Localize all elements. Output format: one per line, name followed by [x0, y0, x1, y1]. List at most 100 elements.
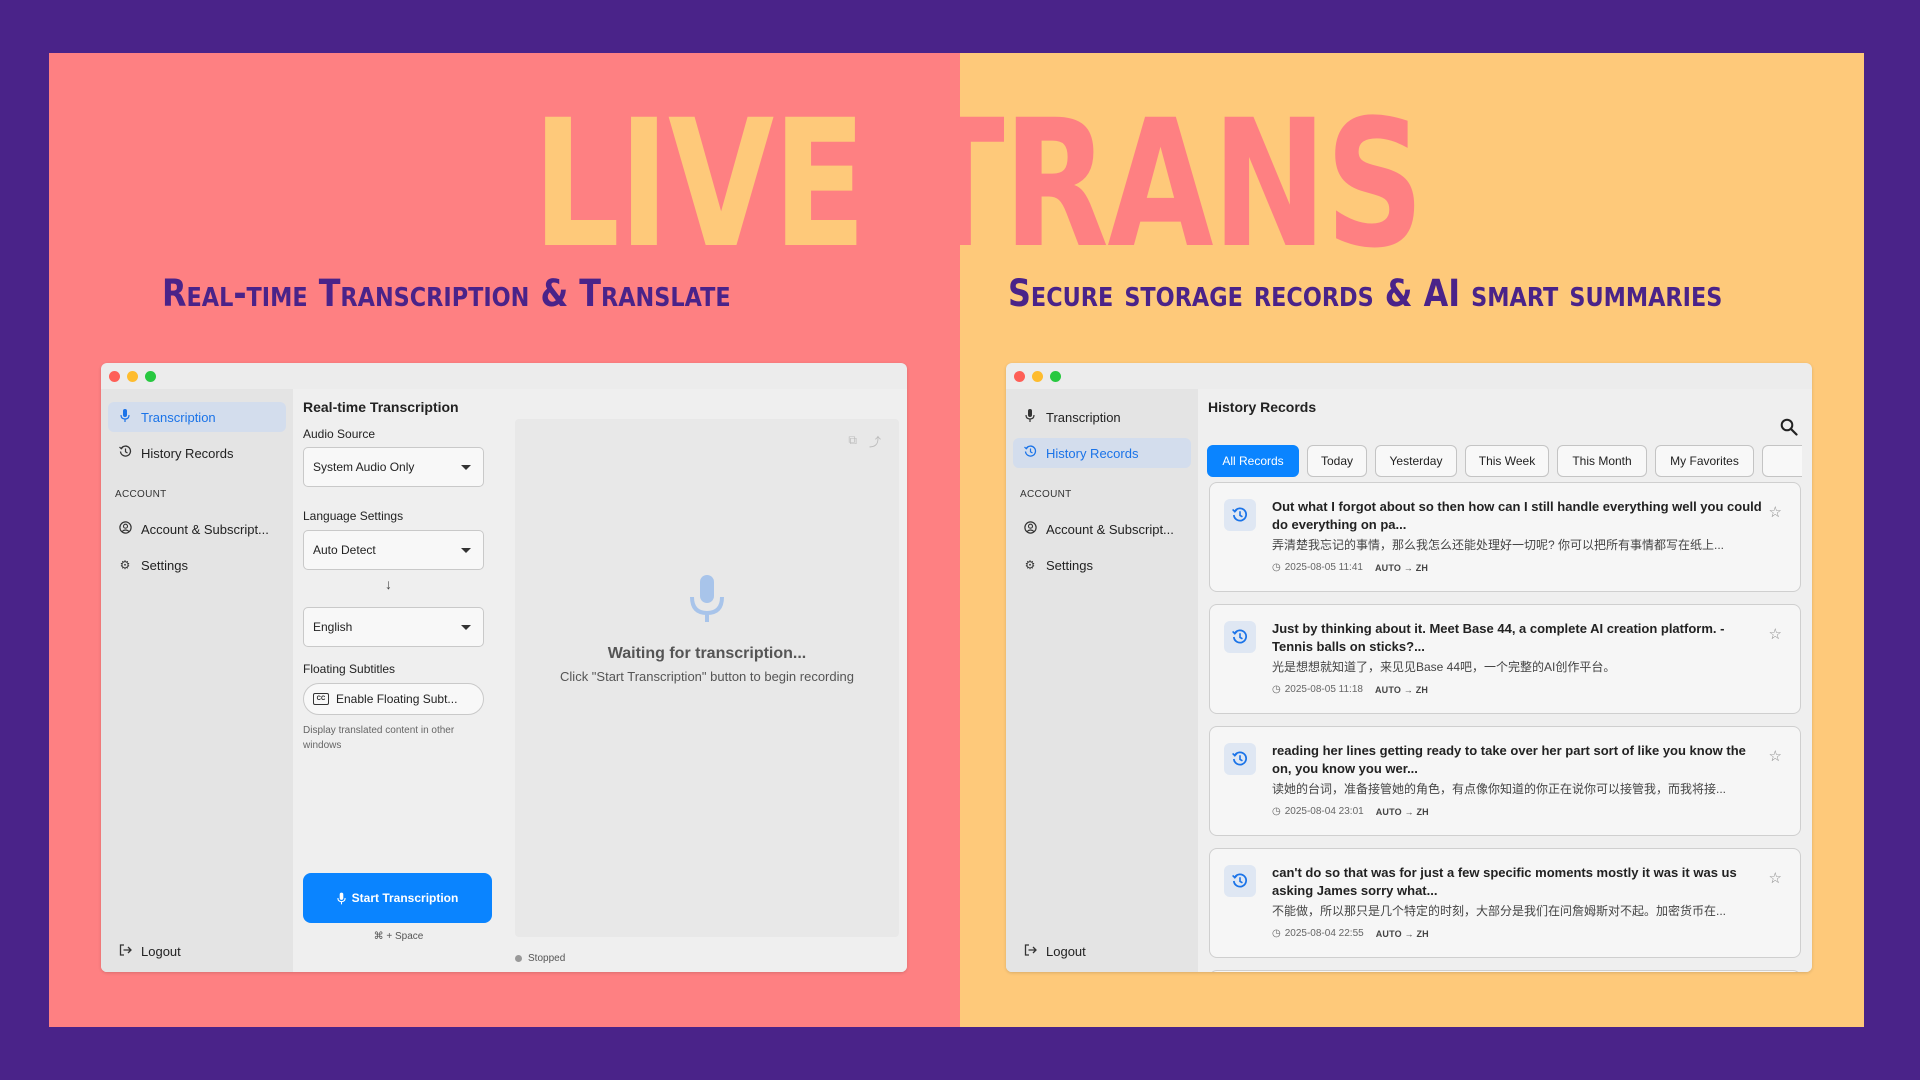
- gear-icon: ⚙: [119, 558, 131, 572]
- filter-this-week[interactable]: This Week: [1465, 445, 1549, 477]
- share-icon[interactable]: ⤴: [869, 433, 881, 450]
- record-translation: 读她的台词，准备接管她的角色，有点像你知道的你正在说你可以接管我，而我将接...: [1272, 782, 1727, 796]
- copy-icon[interactable]: ⧉: [848, 433, 857, 448]
- user-circle-icon: [118, 521, 132, 537]
- waiting-subtitle: Click "Start Transcription" button to be…: [560, 669, 854, 684]
- record-card[interactable]: reading her lines getting ready to take …: [1209, 726, 1801, 836]
- search-icon[interactable]: [1780, 418, 1798, 436]
- hero-title-part2: TRANS: [911, 82, 1424, 287]
- close-window-button[interactable]: [109, 371, 120, 382]
- status-text: Stopped: [528, 953, 566, 964]
- target-language-value: English: [313, 620, 353, 634]
- logout-label: Logout: [141, 943, 181, 959]
- title-bar: [1006, 363, 1812, 389]
- controls-column: Audio Source System Audio Only Language …: [293, 419, 499, 972]
- audio-source-select[interactable]: System Audio Only: [303, 447, 484, 487]
- floating-subtitles-hint: Display translated content in other wind…: [303, 725, 455, 751]
- status-indicator: Stopped: [515, 953, 565, 964]
- sidebar-item-history[interactable]: History Records: [1013, 438, 1191, 468]
- favorite-star-icon[interactable]: ☆: [1769, 869, 1782, 887]
- record-title: Just by thinking about it. Meet Base 44,…: [1272, 621, 1725, 654]
- language-settings-label: Language Settings: [303, 509, 404, 523]
- sidebar-item-label: History Records: [141, 445, 234, 461]
- page-title: History Records: [1208, 399, 1317, 415]
- favorite-star-icon[interactable]: ☆: [1769, 747, 1782, 765]
- record-language-badge: AUTO → ZH: [1374, 684, 1429, 695]
- sidebar-item-label: Settings: [141, 557, 188, 573]
- history-icon: [1224, 621, 1256, 653]
- sidebar: Transcription History Records ACCOUNT Ac…: [1006, 389, 1198, 972]
- microphone-icon: [1023, 409, 1037, 425]
- history-icon: [1224, 865, 1256, 897]
- logout-button[interactable]: Logout: [108, 936, 286, 966]
- filter-today[interactable]: Today: [1307, 445, 1367, 477]
- start-button-label: Start Transcription: [351, 891, 459, 905]
- close-window-button[interactable]: [1014, 371, 1025, 382]
- sidebar-item-label: Settings: [1046, 557, 1093, 573]
- transcription-canvas: ⧉ ⤴ Waiting for transcription... Click "…: [515, 419, 899, 937]
- sidebar: Transcription History Records ACCOUNT Ac…: [101, 389, 293, 972]
- records-list: Out what I forgot about so then how can …: [1209, 482, 1802, 972]
- target-language-select[interactable]: English: [303, 607, 484, 647]
- sidebar-item-settings[interactable]: ⚙ Settings: [108, 550, 286, 580]
- account-section-label: ACCOUNT: [1020, 489, 1072, 500]
- filter-my-favorites[interactable]: My Favorites: [1655, 445, 1754, 477]
- floating-subtitles-label: Floating Subtitles: [303, 662, 396, 676]
- history-window: Transcription History Records ACCOUNT Ac…: [1006, 363, 1812, 972]
- waiting-title: Waiting for transcription...: [607, 645, 807, 662]
- sidebar-item-label: Transcription: [1046, 409, 1121, 425]
- record-card[interactable]: Just by thinking about it. Meet Base 44,…: [1209, 604, 1801, 714]
- microphone-icon: [689, 575, 725, 623]
- minimize-window-button[interactable]: [127, 371, 138, 382]
- sidebar-item-transcription[interactable]: Transcription: [108, 402, 286, 432]
- history-main: History Records All Records Today Yester…: [1198, 389, 1812, 972]
- sidebar-item-label: History Records: [1046, 445, 1139, 461]
- zoom-window-button[interactable]: [1050, 371, 1061, 382]
- filter-yesterday[interactable]: Yesterday: [1375, 445, 1457, 477]
- record-card[interactable]: can't do so that was for just a few spec…: [1209, 848, 1801, 958]
- favorite-star-icon[interactable]: ☆: [1769, 625, 1782, 643]
- record-title: reading her lines getting ready to take …: [1272, 743, 1746, 776]
- clock-icon: ◷: [1272, 806, 1281, 817]
- account-section-label: ACCOUNT: [115, 489, 167, 500]
- sidebar-item-transcription[interactable]: Transcription: [1013, 402, 1191, 432]
- record-title: can't do so that was for just a few spec…: [1272, 865, 1737, 898]
- subtitle-right: Secure storage records & AI smart summar…: [1008, 272, 1723, 315]
- arrow-down-icon: ↓: [385, 576, 392, 592]
- chevron-down-icon: [461, 548, 471, 553]
- record-meta: ◷ 2025-08-05 11:41 AUTO → ZH: [1272, 562, 1428, 573]
- record-language-badge: AUTO → ZH: [1374, 562, 1429, 573]
- source-language-select[interactable]: Auto Detect: [303, 530, 484, 570]
- enable-floating-subtitles-button[interactable]: CC Enable Floating Subt...: [303, 683, 484, 715]
- record-card-partial[interactable]: [1209, 970, 1801, 972]
- record-translation: 光是想想就知道了，来见见Base 44吧，一个完整的AI创作平台。: [1272, 660, 1616, 674]
- start-transcription-button[interactable]: Start Transcription: [303, 873, 492, 923]
- audio-source-label: Audio Source: [303, 427, 376, 441]
- hero-title: LIVE TRANS: [229, 97, 1727, 273]
- record-card[interactable]: Out what I forgot about so then how can …: [1209, 482, 1801, 592]
- sidebar-item-label: Transcription: [141, 409, 216, 425]
- transcription-main: Real-time Transcription Audio Source Sys…: [293, 389, 907, 972]
- user-circle-icon: [1023, 521, 1037, 537]
- favorite-star-icon[interactable]: ☆: [1769, 503, 1782, 521]
- sidebar-item-settings[interactable]: ⚙ Settings: [1013, 550, 1191, 580]
- filter-this-month[interactable]: This Month: [1557, 445, 1647, 477]
- logout-button[interactable]: Logout: [1013, 936, 1191, 966]
- history-icon: [1023, 445, 1037, 461]
- microphone-icon: [118, 409, 132, 425]
- minimize-window-button[interactable]: [1032, 371, 1043, 382]
- chevron-down-icon: [461, 465, 471, 470]
- chevron-down-icon: [461, 625, 471, 630]
- microphone-icon: [337, 892, 346, 905]
- audio-source-value: System Audio Only: [313, 460, 415, 474]
- record-time: 2025-08-04 23:01: [1284, 806, 1364, 817]
- filter-all-records[interactable]: All Records: [1207, 445, 1299, 477]
- sidebar-item-history[interactable]: History Records: [108, 438, 286, 468]
- transcription-window: Transcription History Records ACCOUNT Ac…: [101, 363, 907, 972]
- sidebar-item-account[interactable]: Account & Subscript...: [108, 514, 286, 544]
- zoom-window-button[interactable]: [145, 371, 156, 382]
- filter-more[interactable]: [1762, 445, 1802, 477]
- sidebar-item-account[interactable]: Account & Subscript...: [1013, 514, 1191, 544]
- closed-caption-icon: CC: [313, 693, 329, 705]
- page-title: Real-time Transcription: [303, 399, 459, 415]
